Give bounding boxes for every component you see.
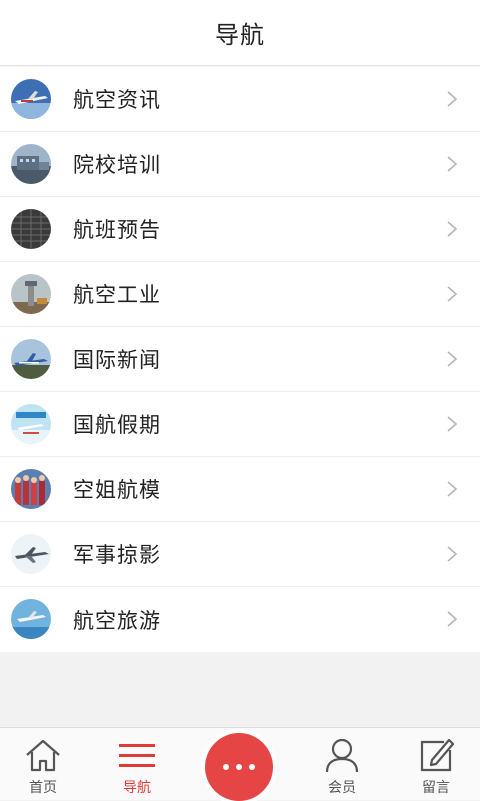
departure-board-thumbnail xyxy=(11,209,51,249)
tab-message-label: 留言 xyxy=(422,780,450,796)
chevron-right-icon xyxy=(447,351,458,367)
menu-item-label: 航空资讯 xyxy=(73,88,161,112)
chevron-right-icon xyxy=(447,91,458,107)
menu-item-label: 军事掠影 xyxy=(73,543,161,567)
chevron-right-icon xyxy=(447,611,458,627)
user-icon xyxy=(325,738,359,773)
travel-plane-thumbnail xyxy=(11,599,51,639)
menu-item-label: 空姐航模 xyxy=(73,478,161,502)
tab-home-label: 首页 xyxy=(29,780,57,796)
holiday-banner-thumbnail xyxy=(11,404,51,444)
menu-item-label: 航空工业 xyxy=(73,283,161,307)
menu-item-label: 院校培训 xyxy=(73,153,161,177)
jet-on-runway-thumbnail xyxy=(11,339,51,379)
nav-menu-list: 航空资讯 院校培训 航班预告 航空工业 国际新闻 国航假期 空姐航模 军事掠影 … xyxy=(0,67,480,652)
menu-item-academy-training[interactable]: 院校培训 xyxy=(0,132,480,197)
menu-item-air-china-holiday[interactable]: 国航假期 xyxy=(0,392,480,457)
menu-item-label: 国航假期 xyxy=(73,413,161,437)
menu-item-label: 国际新闻 xyxy=(73,348,161,372)
tab-nav-label: 导航 xyxy=(123,780,151,796)
tab-message[interactable]: 留言 xyxy=(393,728,479,801)
menu-item-aviation-industry[interactable]: 航空工业 xyxy=(0,262,480,327)
chevron-right-icon xyxy=(447,286,458,302)
tab-member[interactable]: 会员 xyxy=(299,728,385,801)
flight-attendants-thumbnail xyxy=(11,469,51,509)
menu-item-international-news[interactable]: 国际新闻 xyxy=(0,327,480,392)
page-title: 导航 xyxy=(215,21,265,49)
menu-item-aviation-travel[interactable]: 航空旅游 xyxy=(0,587,480,652)
menu-item-flight-preview[interactable]: 航班预告 xyxy=(0,197,480,262)
chevron-right-icon xyxy=(447,156,458,172)
airliner-thumbnail xyxy=(11,79,51,119)
tab-nav[interactable]: 导航 xyxy=(94,728,180,801)
top-bar: 导航 xyxy=(0,0,480,66)
edit-icon xyxy=(420,738,455,772)
more-button[interactable] xyxy=(205,733,273,801)
tab-member-label: 会员 xyxy=(328,780,356,796)
campus-thumbnail xyxy=(11,144,51,184)
military-jet-thumbnail xyxy=(11,534,51,574)
bottom-tab-bar: 首页 导航 会员 留言 xyxy=(0,727,480,801)
menu-item-label: 航班预告 xyxy=(73,218,161,242)
menu-icon xyxy=(119,744,155,767)
chevron-right-icon xyxy=(447,221,458,237)
menu-item-aviation-news[interactable]: 航空资讯 xyxy=(0,67,480,132)
tab-home[interactable]: 首页 xyxy=(0,728,86,801)
home-icon xyxy=(26,739,60,772)
control-tower-thumbnail xyxy=(11,274,51,314)
chevron-right-icon xyxy=(447,416,458,432)
chevron-right-icon xyxy=(447,546,458,562)
menu-item-label: 航空旅游 xyxy=(73,608,161,633)
menu-item-military-glimpse[interactable]: 军事掠影 xyxy=(0,522,480,587)
menu-item-stewardess-models[interactable]: 空姐航模 xyxy=(0,457,480,522)
chevron-right-icon xyxy=(447,481,458,497)
more-dots-icon xyxy=(223,764,255,770)
